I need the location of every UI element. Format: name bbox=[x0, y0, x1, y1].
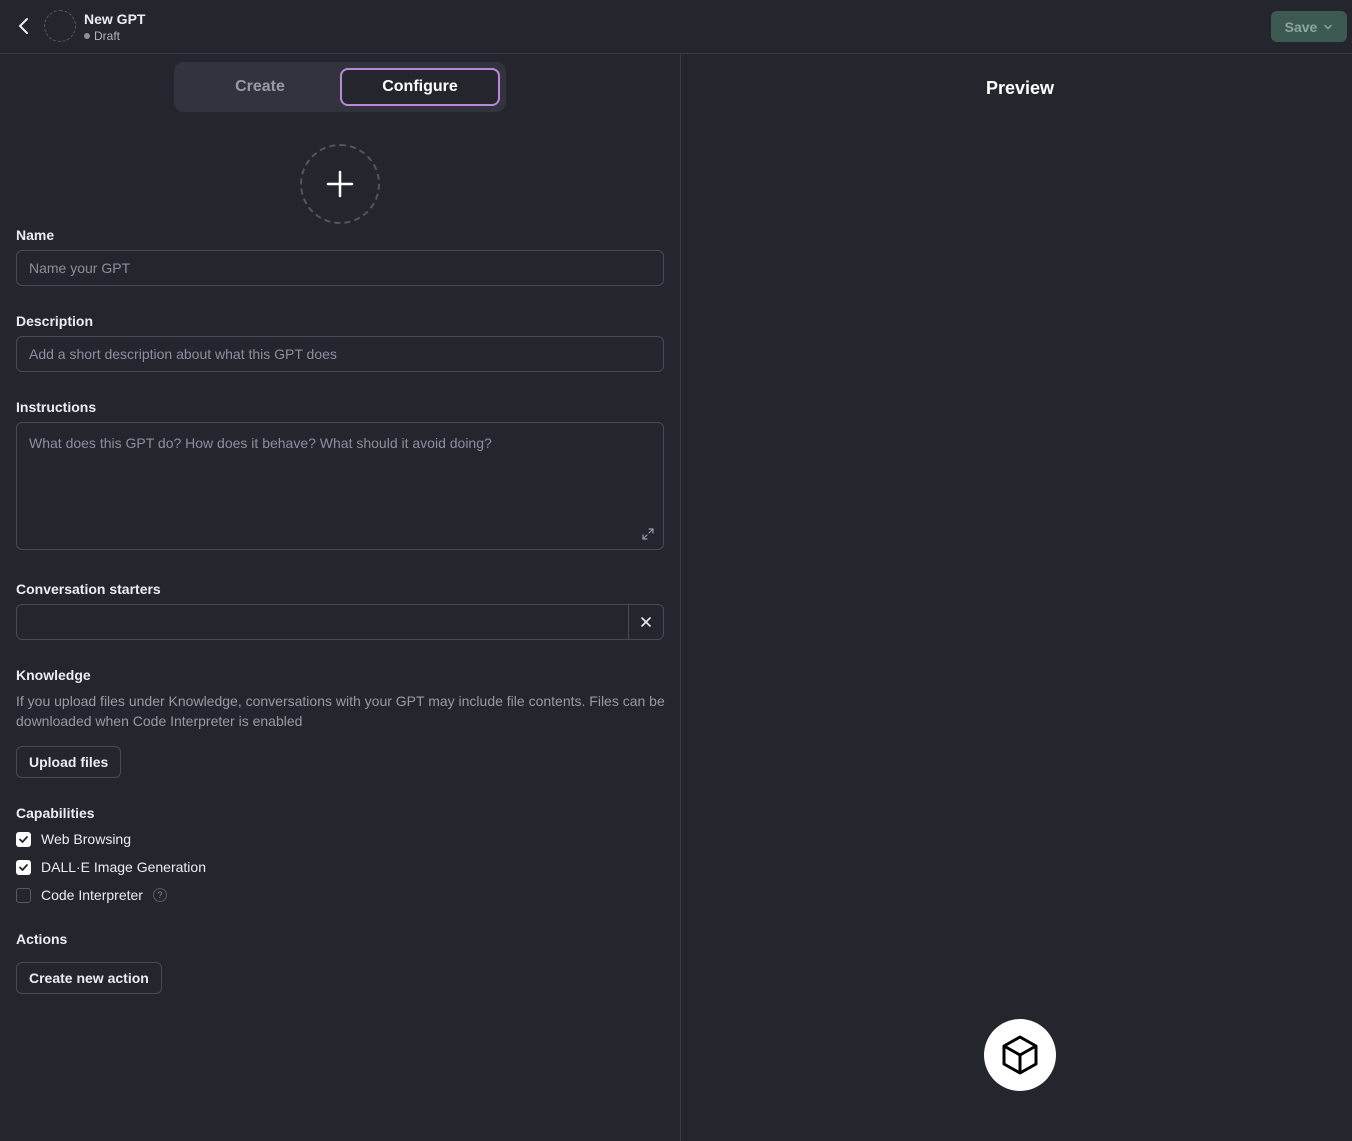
close-icon bbox=[641, 617, 651, 627]
upload-files-button[interactable]: Upload files bbox=[16, 746, 122, 778]
help-circle-icon[interactable]: ? bbox=[152, 888, 167, 902]
upload-files-label: Upload files bbox=[29, 754, 109, 770]
checkmark-icon bbox=[19, 835, 28, 843]
gpt-status: Draft bbox=[84, 29, 120, 43]
expand-icon[interactable] bbox=[641, 527, 655, 541]
capability-dalle[interactable]: DALL·E Image Generation bbox=[16, 857, 206, 877]
clear-starter-button[interactable] bbox=[628, 605, 663, 639]
capability-web-browsing[interactable]: Web Browsing bbox=[16, 829, 131, 849]
description-field[interactable]: Add a short description about what this … bbox=[16, 336, 664, 372]
instructions-placeholder: What does this GPT do? How does it behav… bbox=[29, 435, 492, 451]
top-bar: New GPT Draft Save bbox=[0, 0, 1352, 54]
cube-icon bbox=[1002, 1035, 1038, 1075]
tab-configure[interactable]: Configure bbox=[340, 68, 500, 106]
dalle-checkbox[interactable] bbox=[16, 859, 31, 875]
name-placeholder: Name your GPT bbox=[29, 260, 131, 276]
web-browsing-checkbox[interactable] bbox=[16, 831, 31, 847]
capabilities-label: Capabilities bbox=[16, 805, 95, 821]
code-interpreter-checkbox[interactable] bbox=[16, 887, 31, 903]
description-placeholder: Add a short description about what this … bbox=[29, 346, 337, 362]
chevron-down-icon bbox=[1324, 24, 1333, 29]
chevron-left-icon bbox=[19, 18, 28, 34]
knowledge-label: Knowledge bbox=[16, 667, 91, 683]
plus-icon bbox=[326, 170, 354, 198]
conversation-starter-input[interactable] bbox=[17, 605, 629, 639]
capability-code-interpreter[interactable]: Code Interpreter ? bbox=[16, 885, 167, 905]
back-button[interactable] bbox=[12, 14, 36, 38]
code-interpreter-label: Code Interpreter bbox=[41, 887, 143, 903]
instructions-field[interactable]: What does this GPT do? How does it behav… bbox=[16, 422, 664, 550]
name-label: Name bbox=[16, 227, 55, 243]
add-avatar-button[interactable] bbox=[300, 144, 380, 224]
gpt-avatar bbox=[44, 10, 76, 42]
status-label: Draft bbox=[94, 29, 121, 43]
dalle-label: DALL·E Image Generation bbox=[41, 859, 206, 875]
checkmark-icon bbox=[19, 863, 28, 871]
instructions-label: Instructions bbox=[16, 399, 97, 415]
knowledge-help-text: If you upload files under Knowledge, con… bbox=[16, 693, 665, 729]
create-new-action-label: Create new action bbox=[29, 970, 149, 986]
web-browsing-label: Web Browsing bbox=[41, 831, 132, 847]
description-label: Description bbox=[16, 313, 94, 329]
name-field[interactable]: Name your GPT bbox=[16, 250, 664, 286]
tab-create[interactable]: Create bbox=[180, 68, 340, 106]
create-new-action-button[interactable]: Create new action bbox=[16, 962, 162, 994]
pane-divider bbox=[680, 54, 681, 1141]
mode-tabs: Create Configure bbox=[174, 62, 506, 112]
status-dot-icon bbox=[84, 33, 90, 39]
preview-title: Preview bbox=[985, 78, 1055, 98]
preview-logo bbox=[984, 1019, 1056, 1091]
actions-label: Actions bbox=[16, 931, 68, 947]
gpt-title: New GPT bbox=[84, 11, 146, 27]
configure-pane: Create Configure Name Name your GPT Desc… bbox=[0, 54, 680, 1141]
save-label: Save bbox=[1284, 18, 1318, 35]
conversation-starter-row bbox=[16, 604, 664, 640]
conversation-starters-label: Conversation starters bbox=[16, 581, 161, 597]
save-button[interactable]: Save bbox=[1271, 11, 1347, 42]
